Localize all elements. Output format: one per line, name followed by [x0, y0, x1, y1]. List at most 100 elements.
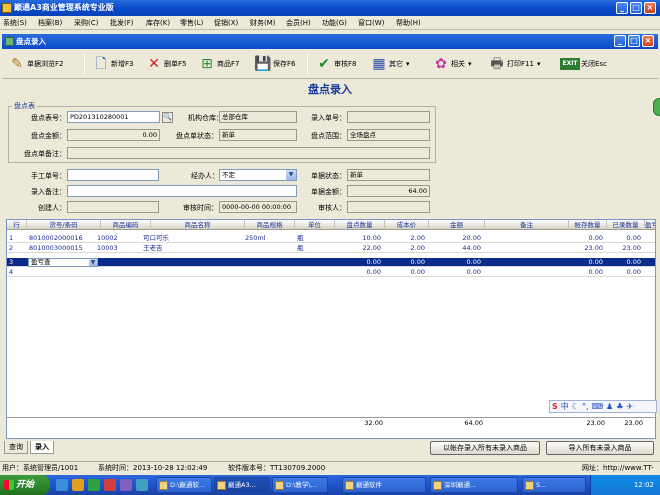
- tab-entry[interactable]: 录入: [30, 441, 54, 454]
- exit-icon: EXIT: [560, 58, 580, 70]
- taskbar-item[interactable]: D:\巅通软...: [156, 477, 212, 493]
- handler-label: 经办人：: [191, 172, 219, 180]
- col-line[interactable]: 行: [7, 220, 27, 230]
- row-qty: 0.00: [366, 258, 381, 266]
- row-book-qty: 0.00: [588, 258, 603, 266]
- folder-icon[interactable]: [72, 479, 84, 491]
- taskbar-item[interactable]: S...: [522, 477, 586, 493]
- barcode-edit-input[interactable]: 盈亏查 ▼: [28, 258, 98, 267]
- chevron-down-icon[interactable]: ▼: [286, 170, 296, 180]
- menu-finance[interactable]: 财务(M): [250, 18, 276, 28]
- col-book-qty[interactable]: 帐存数量: [569, 220, 607, 230]
- row-line: 1: [9, 234, 14, 242]
- row-unit: 瓶: [297, 234, 304, 242]
- col-barcode[interactable]: 货号/条码: [27, 220, 101, 230]
- menu-function[interactable]: 功能(G): [322, 18, 347, 28]
- close-icon[interactable]: ×: [644, 2, 656, 14]
- product-button[interactable]: ⊞ 商品F7: [198, 52, 239, 76]
- row-entered-qty: 0.00: [626, 234, 641, 242]
- row-code: 10002: [97, 234, 118, 242]
- menu-promotion[interactable]: 促销(X): [214, 18, 238, 28]
- ime-toolbar[interactable]: S 中 ☾ °, ⌨ ♟ ♣ ✈: [549, 400, 657, 413]
- app-icon: [525, 481, 534, 490]
- media-icon[interactable]: [104, 479, 116, 491]
- taskbar-item-active[interactable]: 巅通A3...: [214, 477, 270, 493]
- handler-select[interactable]: 不定 ▼: [219, 169, 297, 181]
- col-remark[interactable]: 备注: [485, 220, 569, 230]
- col-diff[interactable]: 盈亏: [645, 220, 655, 230]
- col-unit[interactable]: 单位: [295, 220, 335, 230]
- check-status-label: 盘点单状态：: [176, 132, 218, 140]
- exit-button[interactable]: EXIT 关闭Esc: [560, 52, 607, 76]
- entry-remark-input[interactable]: [67, 185, 297, 197]
- new-button[interactable]: 🗋 新增F3: [92, 52, 133, 76]
- status-time: 系统时间：2013-10-28 12:02:49: [98, 464, 208, 472]
- maximize-icon[interactable]: □: [630, 2, 642, 14]
- browser-icon[interactable]: [56, 479, 68, 491]
- menu-help[interactable]: 帮助(H): [396, 18, 421, 28]
- related-button[interactable]: ✿ 相关 ▾: [432, 52, 471, 76]
- taskbar-item[interactable]: 巅通软件: [342, 477, 426, 493]
- table-row-selected[interactable]: 3 盈亏查 ▼ 0.00 0.00 0.00 0.00 0.00: [7, 258, 655, 267]
- menu-archive[interactable]: 档案(B): [38, 18, 62, 28]
- menu-window[interactable]: 窗口(W): [358, 18, 384, 28]
- doc-status-label: 单据状态：: [311, 172, 346, 180]
- status-bar: 用户：系统管理员/1001 系统时间：2013-10-28 12:02:49 软…: [0, 461, 660, 474]
- entry-no-label: 录入单号：: [311, 114, 346, 122]
- delete-button[interactable]: ✕ 删单F5: [145, 52, 186, 76]
- save-button[interactable]: 💾 保存F6: [254, 52, 295, 76]
- other-label: 其它: [389, 60, 403, 68]
- menu-member[interactable]: 会员(H): [286, 18, 311, 28]
- chevron-down-icon: ▾: [536, 60, 541, 68]
- col-qty[interactable]: 盘点数量: [335, 220, 385, 230]
- col-entered-qty[interactable]: 已录数量: [607, 220, 645, 230]
- row-book-qty: 0.00: [588, 234, 603, 242]
- edit-value: 盈亏查: [31, 258, 51, 266]
- row-name: 王老吉: [143, 244, 163, 252]
- chevron-down-icon[interactable]: ▼: [89, 259, 97, 266]
- tab-query[interactable]: 查询: [4, 441, 28, 454]
- print-button[interactable]: 🖶 打印F11 ▾: [488, 52, 540, 76]
- other-button[interactable]: ▦ 其它 ▾: [370, 52, 409, 76]
- import-unentered-button[interactable]: 导入所有未录入商品: [546, 441, 654, 455]
- window-close-icon[interactable]: ×: [642, 35, 654, 47]
- desktop-icon[interactable]: [136, 479, 148, 491]
- check-no-field[interactable]: PD201310280001: [67, 111, 160, 123]
- tray-clock[interactable]: 12:02: [634, 481, 654, 489]
- menu-system[interactable]: 系统(S): [3, 18, 27, 28]
- start-button[interactable]: 开始: [0, 475, 50, 495]
- app-quick-icon[interactable]: [88, 479, 100, 491]
- menu-inventory[interactable]: 库存(K): [146, 18, 170, 28]
- row-barcode: 8010003000015: [29, 244, 83, 252]
- chat-icon[interactable]: [120, 479, 132, 491]
- window-minimize-icon[interactable]: _: [614, 35, 626, 47]
- taskbar-item-label: 深圳巅通...: [444, 481, 477, 489]
- book-unentered-button[interactable]: 以帐存录入所有未录入商品: [430, 441, 540, 455]
- taskbar-item[interactable]: D:\教学\...: [272, 477, 328, 493]
- manual-no-input[interactable]: [67, 169, 159, 181]
- menu-retail[interactable]: 零售(L): [180, 18, 203, 28]
- col-cost[interactable]: 成本价: [385, 220, 429, 230]
- menu-wholesale[interactable]: 批发(F): [110, 18, 134, 28]
- related-label: 相关: [451, 60, 465, 68]
- total-entered-qty: 23.00: [624, 419, 643, 427]
- col-amount[interactable]: 金额: [429, 220, 485, 230]
- minimize-icon[interactable]: _: [616, 2, 628, 14]
- menu-purchase[interactable]: 采购(C): [74, 18, 98, 28]
- side-tab[interactable]: [653, 98, 660, 116]
- window-maximize-icon[interactable]: □: [628, 35, 640, 47]
- table-row[interactable]: 2 8010003000015 10003 王老吉 瓶 22.00 2.00 4…: [7, 244, 655, 253]
- col-name[interactable]: 商品名称: [151, 220, 245, 230]
- taskbar-item[interactable]: 深圳巅通...: [430, 477, 518, 493]
- audit-button[interactable]: ✔ 审核F8: [315, 52, 356, 76]
- exit-label: 关闭Esc: [581, 60, 607, 68]
- row-book-qty: 0.00: [588, 268, 603, 276]
- browse-button[interactable]: ✎ 单据浏览F2: [8, 52, 63, 76]
- app-icon: [2, 3, 12, 13]
- col-code[interactable]: 商品编码: [101, 220, 151, 230]
- search-icon[interactable]: 🔍: [162, 112, 173, 123]
- table-row[interactable]: 4 0.00 0.00 0.00 0.00 0.00: [7, 268, 655, 277]
- col-spec[interactable]: 商品规格: [245, 220, 295, 230]
- row-entered-qty: 0.00: [626, 268, 641, 276]
- table-row[interactable]: 1 8010002000016 10002 可口可乐 250ml 瓶 10.00…: [7, 234, 655, 243]
